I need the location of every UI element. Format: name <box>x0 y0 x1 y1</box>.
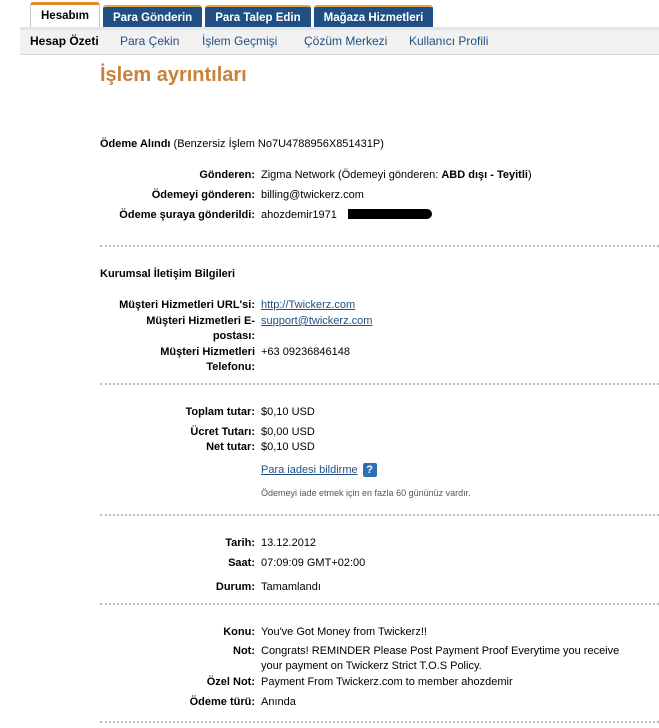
customer-email-label-2: postası: <box>212 330 255 342</box>
customer-phone-label-2: Telefonu: <box>206 361 255 373</box>
page-title: İşlem ayrıntıları <box>100 64 247 86</box>
customer-phone-value: +63 09236846148 <box>261 346 351 358</box>
private-note-label: Özel Not: <box>206 676 255 688</box>
fee-value: $0,00 USD <box>261 426 315 438</box>
redaction-mark <box>348 209 432 219</box>
main-tabs: Hesabım Para Gönderin Para Talep Edin Ma… <box>30 2 436 27</box>
tab-para-gonderin[interactable]: Para Gönderin <box>102 5 203 27</box>
customer-phone-label-1: Müşteri Hizmetleri <box>160 346 255 358</box>
customer-url-label: Müşteri Hizmetleri URL'si: <box>119 299 255 311</box>
payer-email: billing@twickerz.com <box>261 189 364 201</box>
note-line-1: Congrats! REMINDER Please Post Payment P… <box>261 645 620 657</box>
tab-hesabim[interactable]: Hesabım <box>30 2 100 27</box>
refund-note: Ödemeyi iade etmek için en fazla 60 günü… <box>261 488 471 498</box>
divider <box>100 514 659 516</box>
tab-magaza-hizmetleri[interactable]: Mağaza Hizmetleri <box>313 5 434 27</box>
date-value: 13.12.2012 <box>261 537 317 549</box>
recipient-email: ahozdemir1971 <box>261 209 337 221</box>
status-value: Tamamlandı <box>261 581 321 593</box>
corporate-heading: Kurumsal İletişim Bilgileri <box>100 268 236 280</box>
time-label: Saat: <box>228 557 255 569</box>
customer-email-link[interactable]: support@twickerz.com <box>261 315 372 327</box>
divider <box>100 383 659 385</box>
net-label: Net tutar: <box>206 441 255 453</box>
customer-email-label-1: Müşteri Hizmetleri E- <box>146 315 255 327</box>
date-label: Tarih: <box>225 537 255 549</box>
sender-value: Zigma Network (Ödemeyi gönderen: ABD dış… <box>261 169 532 181</box>
recipient-label: Ödeme şuraya gönderildi: <box>119 209 255 221</box>
tab-para-talep-edin[interactable]: Para Talep Edin <box>205 5 311 27</box>
customer-url-link[interactable]: http://Twickerz.com <box>261 299 355 311</box>
sender-label: Gönderen: <box>199 169 255 181</box>
note-line-2: your payment on Twickerz Strict T.O.S Po… <box>261 660 482 672</box>
time-value: 07:09:09 GMT+02:00 <box>261 557 366 569</box>
divider <box>100 721 659 723</box>
help-icon[interactable]: ? <box>362 463 377 477</box>
refund-row: Para iadesi bildirme? <box>261 463 377 477</box>
subnav-kullanici-profili[interactable]: Kullanıcı Profili <box>409 34 488 48</box>
private-note-value: Payment From Twickerz.com to member ahoz… <box>261 676 513 688</box>
payment-heading-bold: Ödeme Alındı <box>100 138 171 150</box>
subnav-para-cekin[interactable]: Para Çekin <box>120 34 179 48</box>
total-value: $0,10 USD <box>261 406 315 418</box>
total-label: Toplam tutar: <box>185 406 255 418</box>
net-value: $0,10 USD <box>261 441 315 453</box>
divider <box>100 603 659 605</box>
subnav-hesap-ozeti[interactable]: Hesap Özeti <box>30 34 99 48</box>
status-label: Durum: <box>215 581 255 593</box>
payment-type-label: Ödeme türü: <box>189 696 255 708</box>
note-label: Not: <box>233 645 255 657</box>
subject-label: Konu: <box>223 626 255 638</box>
subnav-cozum-merkezi[interactable]: Çözüm Merkezi <box>304 34 387 48</box>
payment-type-value: Anında <box>261 696 296 708</box>
refund-link[interactable]: Para iadesi bildirme <box>261 464 358 476</box>
divider <box>100 245 659 247</box>
payer-label: Ödemeyi gönderen: <box>151 189 255 201</box>
payment-transaction-id: (Benzersiz İşlem No7U4788956X851431P) <box>170 138 384 150</box>
sub-navigation: Hesap Özeti Para Çekin İşlem Geçmişi Çöz… <box>20 30 659 55</box>
sender-status: ABD dışı - Teyitli <box>441 169 528 181</box>
payment-heading: Ödeme Alındı (Benzersiz İşlem No7U478895… <box>100 138 384 150</box>
fee-label: Ücret Tutarı: <box>190 426 255 438</box>
subnav-islem-gecmisi[interactable]: İşlem Geçmişi <box>202 34 277 48</box>
subject-value: You've Got Money from Twickerz!! <box>261 626 427 638</box>
